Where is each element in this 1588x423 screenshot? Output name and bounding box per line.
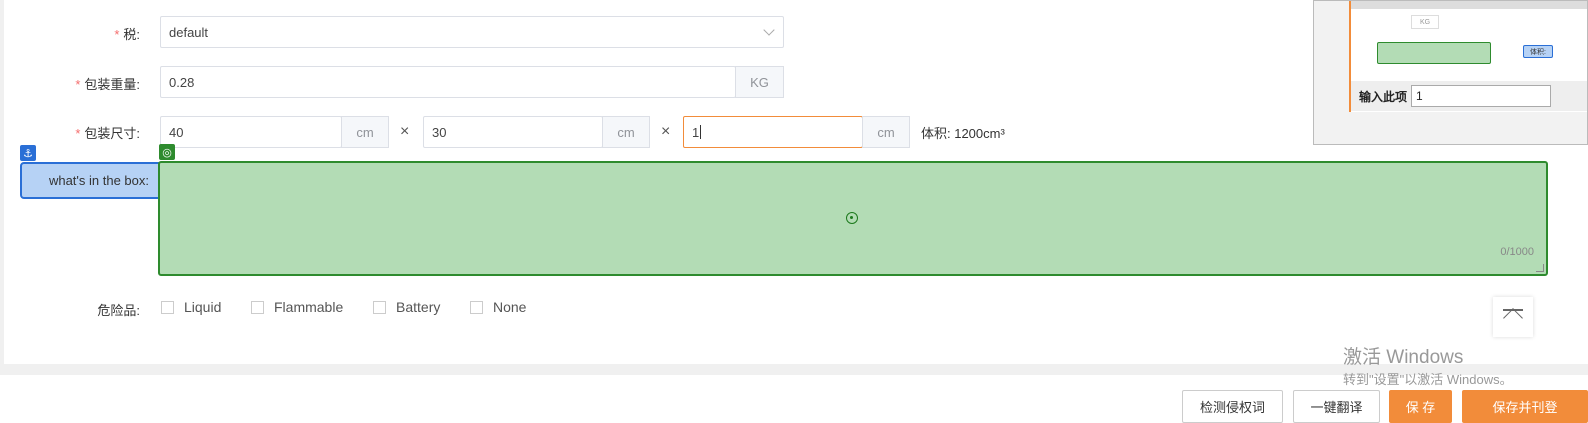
translate-button[interactable]: 一键翻译: [1293, 390, 1380, 423]
times-sign: ×: [661, 123, 671, 140]
height-unit: cm: [862, 116, 910, 148]
chevron-down-icon: [763, 24, 775, 36]
text-cursor: [700, 125, 702, 139]
check-infringement-button[interactable]: 检测侵权词: [1182, 390, 1283, 423]
mini-input-row: 输入此项 1: [1351, 81, 1587, 111]
weight-unit: KG: [735, 66, 784, 98]
volume-text: 体积: 1200cm³: [921, 126, 1005, 141]
activation-watermark-sub: 转到"设置"以激活 Windows。: [1343, 372, 1513, 387]
times-sign: ×: [400, 123, 410, 140]
weight-input[interactable]: 0.28: [160, 66, 736, 98]
width-unit: cm: [602, 116, 650, 148]
anchor-icon: ⚓: [20, 145, 36, 161]
checkbox-icon: [251, 300, 264, 314]
checkbox-icon: [161, 300, 174, 314]
char-counter: 0/1000: [1500, 246, 1534, 258]
box-textarea[interactable]: 0/1000: [158, 161, 1548, 276]
weight-label: * 包装重量:: [75, 77, 140, 92]
box-label: what's in the box:: [20, 162, 163, 199]
save-button[interactable]: 保 存: [1389, 390, 1452, 423]
dangerous-label: 危险品:: [97, 303, 140, 318]
checkbox-none[interactable]: None: [470, 299, 526, 315]
mini-box-label: 体积:: [1523, 45, 1553, 58]
width-input[interactable]: 30: [423, 116, 603, 148]
tax-label: * 税:: [114, 27, 140, 42]
checkbox-flammable[interactable]: Flammable: [251, 299, 343, 315]
target-tag-icon: ◎: [159, 144, 175, 160]
mini-input[interactable]: 1: [1411, 85, 1551, 107]
back-to-top-button[interactable]: [1493, 297, 1533, 337]
resize-handle-icon[interactable]: [1536, 264, 1544, 272]
height-input[interactable]: 1: [683, 116, 863, 148]
crosshair-icon: [846, 212, 858, 224]
tax-select[interactable]: default: [160, 16, 784, 48]
activation-watermark: 激活 Windows: [1343, 347, 1464, 368]
checkbox-icon: [373, 300, 386, 314]
preview-thumbnail: KG 体积: 输入此项 1: [1313, 0, 1588, 145]
checkbox-liquid[interactable]: Liquid: [161, 299, 221, 315]
mini-textarea: [1377, 42, 1491, 64]
save-publish-button[interactable]: 保存并刊登: [1462, 390, 1588, 423]
dimensions-label: * 包装尺寸:: [75, 126, 140, 141]
checkbox-battery[interactable]: Battery: [373, 299, 440, 315]
length-unit: cm: [341, 116, 389, 148]
checkbox-icon: [470, 300, 483, 314]
length-input[interactable]: 40: [160, 116, 342, 148]
